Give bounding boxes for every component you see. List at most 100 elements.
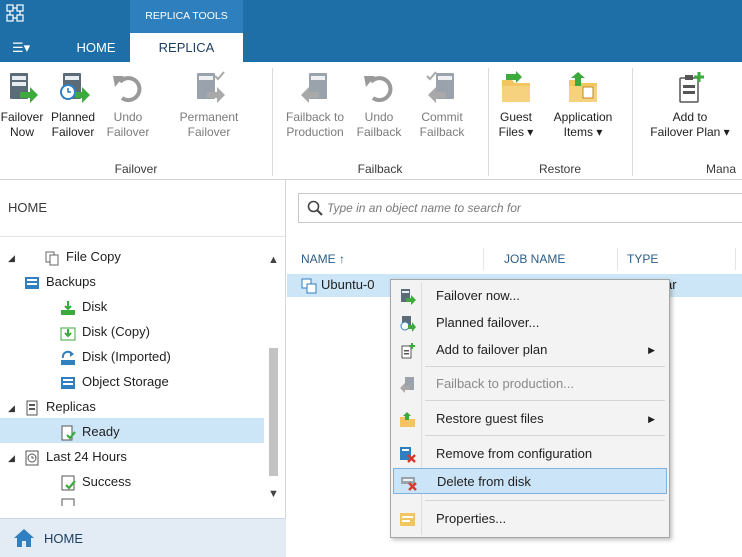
tree-selection-highlight: [0, 418, 264, 443]
collapse-arrow-icon[interactable]: ◢: [8, 453, 15, 464]
backups-icon: [25, 276, 39, 289]
application-items-label-1: Application: [553, 110, 613, 124]
planned-failover-button[interactable]: Planned Failover: [44, 70, 102, 140]
guest-files-label-1: Guest: [499, 110, 532, 124]
undo-failback-button[interactable]: Undo Failback: [354, 70, 404, 140]
menu-item-label: Remove from configuration: [436, 446, 593, 461]
scroll-up-arrow-icon[interactable]: ▲: [268, 254, 279, 266]
commit-failback-button[interactable]: Commit Failback: [404, 70, 480, 140]
add-to-failover-plan-button[interactable]: Add to Failover Plan ▾: [638, 70, 742, 140]
undo-failover-button[interactable]: Undo Failover: [102, 70, 154, 140]
undo-failback-label-2: Failback: [356, 125, 402, 139]
search-input[interactable]: Type in an object name to search for: [298, 193, 742, 223]
tree-item-label: Replicas: [46, 399, 96, 414]
column-separator[interactable]: [483, 248, 484, 270]
menu-item-remove-from-configuration[interactable]: Remove from configuration: [393, 441, 667, 467]
ribbon-separator: [272, 68, 273, 176]
commit-failback-label-1: Commit: [421, 110, 463, 124]
application-items-button[interactable]: Application Items ▾: [540, 70, 626, 140]
failback-to-production-button[interactable]: Failback to Production: [276, 70, 354, 140]
menu-item-label: Add to failover plan: [436, 342, 548, 357]
tree-item-object-storage[interactable]: Object Storage: [60, 369, 169, 394]
column-header-name[interactable]: NAME ↑: [301, 252, 345, 266]
planned-failover-label-2: Failover: [51, 125, 95, 139]
tree-item-ready[interactable]: Ready: [60, 419, 120, 444]
tree-item-label: Disk: [82, 299, 108, 314]
menu-separator: [425, 400, 665, 401]
tree-item-disk-copy[interactable]: Disk (Copy): [60, 319, 150, 344]
tree-item-label: Last 24 Hours: [46, 449, 127, 464]
menu-item-restore-guest-files[interactable]: Restore guest files ▶: [393, 406, 667, 432]
ribbon-separator: [632, 68, 633, 176]
search-icon: [307, 200, 323, 216]
column-header-job-name[interactable]: JOB NAME: [504, 252, 565, 266]
delete-from-disk-icon: [401, 477, 417, 491]
tree-item-label: File Copy: [66, 249, 121, 264]
tree-item-disk-imported[interactable]: Disk (Imported): [60, 344, 171, 369]
menu-item-add-to-failover-plan[interactable]: Add to failover plan ▶: [393, 337, 667, 363]
scroll-down-arrow-icon[interactable]: ▼: [268, 488, 279, 500]
file-menu-button[interactable]: ☰▾: [0, 33, 62, 62]
remove-from-configuration-icon: [400, 447, 416, 463]
tree-item-label: Backups: [46, 274, 96, 289]
home-icon: [14, 529, 34, 547]
group-label-failover: Failover: [114, 162, 158, 176]
menu-item-label: Failover now...: [436, 288, 520, 303]
permanent-failover-button[interactable]: Permanent Failover: [154, 70, 264, 140]
guest-files-label-2: Files ▾: [498, 125, 534, 139]
tree-item-success[interactable]: Success: [60, 469, 131, 494]
tree-item-label: Disk (Imported): [82, 349, 171, 364]
tree-item-last-24-hours[interactable]: Last 24 Hours: [24, 444, 127, 469]
properties-icon: [400, 513, 415, 526]
scroll-thumb[interactable]: [269, 348, 278, 476]
menu-item-failover-now[interactable]: Failover now...: [393, 283, 667, 309]
undo-failover-label-2: Failover: [106, 125, 150, 139]
menu-separator: [425, 366, 665, 367]
tab-replica[interactable]: REPLICA: [130, 33, 243, 62]
tree-item-disk[interactable]: Disk: [60, 294, 107, 319]
commit-failback-icon: [426, 71, 454, 103]
tree-item-backups[interactable]: Backups: [24, 269, 96, 294]
menu-item-label: Properties...: [436, 511, 507, 526]
collapse-arrow-icon[interactable]: ◢: [8, 253, 15, 264]
tree-item-replicas[interactable]: Replicas: [24, 394, 96, 419]
add-to-failover-plan-icon: [401, 343, 415, 359]
column-separator[interactable]: [735, 248, 736, 270]
add-to-failover-plan-label-1: Add to: [672, 110, 708, 124]
tree-item-label: Object Storage: [82, 374, 169, 389]
file-copy-icon: [45, 251, 59, 266]
tab-home[interactable]: HOME: [62, 33, 130, 62]
row-name-cell: Ubuntu-0: [321, 277, 375, 292]
column-separator[interactable]: [617, 248, 618, 270]
table-header: NAME ↑ JOB NAME TYPE: [287, 246, 742, 272]
failback-label-2: Production: [286, 125, 344, 139]
column-header-type[interactable]: TYPE: [627, 252, 658, 266]
failover-now-button[interactable]: Failover Now: [0, 70, 44, 140]
nav-scrollbar[interactable]: ▲ ▼: [264, 250, 282, 510]
group-label-restore: Restore: [538, 162, 582, 176]
success-icon: [61, 475, 76, 491]
add-to-failover-plan-icon: [679, 72, 704, 103]
permanent-failover-icon: [197, 71, 225, 103]
menu-separator: [425, 435, 665, 436]
title-bar: REPLICA TOOLS ☰▾ HOME REPLICA: [0, 0, 742, 62]
menu-item-properties[interactable]: Properties...: [393, 506, 667, 532]
object-storage-icon: [61, 376, 75, 389]
menu-item-failback-to-production[interactable]: Failback to production...: [393, 371, 667, 397]
nav-header: HOME: [8, 200, 47, 215]
search-placeholder: Type in an object name to search for: [327, 201, 521, 215]
guest-files-button[interactable]: Guest Files ▾: [492, 70, 540, 140]
tree-item-file-copy[interactable]: File Copy: [44, 244, 121, 269]
ready-icon: [61, 425, 76, 441]
disk-icon: [61, 300, 75, 315]
menu-item-delete-from-disk[interactable]: Delete from disk: [393, 468, 667, 494]
failover-now-label-1: Failover: [0, 110, 44, 124]
planned-failover-icon: [400, 316, 416, 332]
menu-item-planned-failover[interactable]: Planned failover...: [393, 310, 667, 336]
ribbon-separator: [488, 68, 489, 176]
collapse-arrow-icon[interactable]: ◢: [8, 403, 15, 414]
tree-item-label: Success: [82, 474, 132, 489]
nav-home-button[interactable]: HOME: [0, 518, 286, 557]
ribbon: Failover Now Planned Failover Undo Failo…: [0, 62, 742, 180]
add-to-failover-plan-label-2: Failover Plan ▾: [650, 125, 730, 139]
